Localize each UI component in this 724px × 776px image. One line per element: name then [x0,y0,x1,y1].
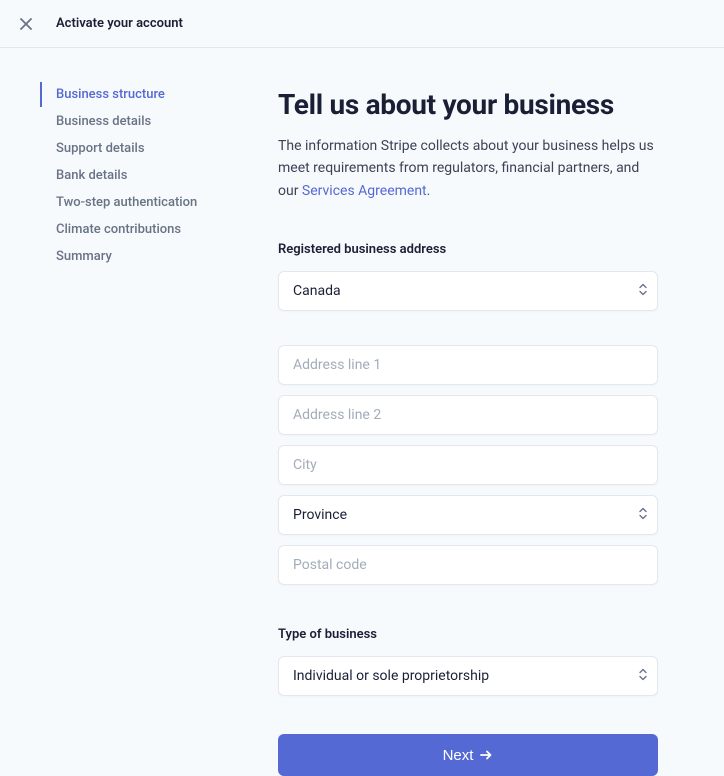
sidebar-item-label: Summary [56,249,112,264]
address-line-1-input[interactable] [278,345,658,385]
type-section-label: Type of business [278,627,658,642]
main: Tell us about your business The informat… [240,82,724,776]
close-icon [20,18,32,30]
postal-code-input[interactable] [278,545,658,585]
header-title: Activate your account [56,16,183,31]
city-input[interactable] [278,445,658,485]
header: Activate your account [0,0,724,48]
arrow-right-icon [479,748,493,762]
sidebar-item-summary[interactable]: Summary [40,244,240,269]
sidebar-item-label: Bank details [56,168,127,183]
province-select[interactable]: Province [278,495,658,535]
sidebar-item-label: Business structure [56,87,165,102]
sidebar-item-label: Two-step authentication [56,195,197,210]
next-button[interactable]: Next [278,734,658,776]
business-type-value: Individual or sole proprietorship [293,668,489,684]
sidebar-item-two-step-authentication[interactable]: Two-step authentication [40,190,240,215]
sidebar-item-business-details[interactable]: Business details [40,109,240,134]
country-select[interactable]: Canada [278,271,658,311]
close-button[interactable] [16,14,36,34]
sidebar-item-bank-details[interactable]: Bank details [40,163,240,188]
address-section-label: Registered business address [278,242,658,257]
country-select-value: Canada [293,283,341,299]
sidebar-item-label: Support details [56,141,145,156]
description-suffix: . [427,183,431,199]
address-line-2-input[interactable] [278,395,658,435]
business-type-select[interactable]: Individual or sole proprietorship [278,656,658,696]
sidebar-item-label: Business details [56,114,151,129]
province-select-value: Province [293,507,347,523]
page-title: Tell us about your business [278,88,658,121]
content: Business structure Business details Supp… [0,48,724,776]
sidebar: Business structure Business details Supp… [0,82,240,776]
services-agreement-link[interactable]: Services Agreement [302,183,427,199]
page-description: The information Stripe collects about yo… [278,135,658,202]
sidebar-item-climate-contributions[interactable]: Climate contributions [40,217,240,242]
sidebar-item-business-structure[interactable]: Business structure [40,82,240,107]
sidebar-item-support-details[interactable]: Support details [40,136,240,161]
sidebar-item-label: Climate contributions [56,222,181,237]
next-button-label: Next [443,747,474,764]
